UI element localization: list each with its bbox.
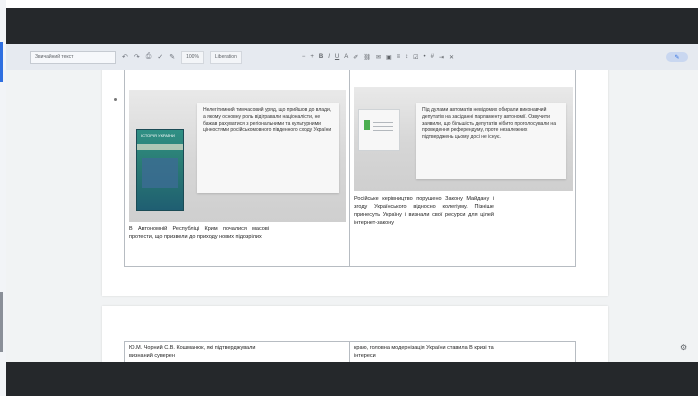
paint-format-icon[interactable]: ✎ [169, 53, 175, 61]
increase-size-icon[interactable]: + [310, 54, 314, 61]
book-title: ІСТОРІЯ УКРАЇНИ [141, 133, 175, 138]
undo-icon[interactable]: ↶ [122, 53, 128, 61]
spellcheck-icon[interactable]: ✓ [157, 53, 163, 61]
paragraph-style-select[interactable]: Звичайний текст [30, 50, 116, 64]
print-icon[interactable]: ⎙ [146, 53, 152, 61]
embedded-slide-image: ІСТОРІЯ УКРАЇНИ Нелегітимний тимчасовий … [129, 90, 346, 222]
line-spacing-icon[interactable]: ↕ [405, 54, 408, 61]
video-frame-bottom [6, 362, 698, 396]
embedded-slide-image: Під дулами автоматів невідомих обирали в… [354, 87, 573, 191]
document-page-2: Ю.М. Чорний С.В. Кошманюк, які підтвердж… [102, 306, 608, 362]
table-cell-right[interactable]: Під дулами автоматів невідомих обирали в… [349, 70, 576, 267]
indent-icon[interactable]: ⇥ [439, 54, 444, 61]
cell-body-text: Російське керівництво порушено Закону Ма… [354, 196, 494, 226]
clear-format-icon[interactable]: ✕ [449, 54, 454, 61]
font-select[interactable]: Liberation [209, 50, 242, 64]
text-color-icon[interactable]: A [344, 54, 348, 61]
highlight-icon[interactable]: ✐ [353, 54, 358, 61]
editor-toolbar: Звичайний текст ↶ ↷ ⎙ ✓ ✎ 100% Liberatio… [6, 44, 698, 71]
video-frame-top [6, 8, 698, 44]
table-cell-left[interactable]: Ю.М. Чорний С.В. Кошманюк, які підтвердж… [124, 341, 352, 362]
slide-callout-text: Під дулами автоматів невідомих обирали в… [416, 103, 566, 179]
left-accent-marker [0, 42, 3, 82]
underline-icon[interactable]: U [335, 54, 339, 61]
document-thumbnail-image [358, 109, 400, 151]
document-canvas[interactable]: ІСТОРІЯ УКРАЇНИ Нелегітимний тимчасовий … [6, 70, 698, 362]
redo-icon[interactable]: ↷ [134, 53, 140, 61]
comment-icon[interactable]: ✉ [376, 54, 381, 61]
align-icon[interactable]: ≡ [397, 54, 401, 61]
image-icon[interactable]: ▣ [386, 54, 392, 61]
document-page: ІСТОРІЯ УКРАЇНИ Нелегітимний тимчасовий … [102, 70, 608, 296]
zoom-select[interactable]: 100% [181, 50, 204, 64]
table-cell-left[interactable]: ІСТОРІЯ УКРАЇНИ Нелегітимний тимчасовий … [124, 70, 372, 267]
settings-icon[interactable]: ⚙ [680, 344, 688, 352]
margin-dot [114, 98, 117, 101]
italic-icon[interactable]: I [328, 54, 330, 61]
cell-body-text: Ю.М. Чорний С.В. Кошманюк, які підтвердж… [129, 345, 256, 359]
editing-mode-button[interactable]: ✎ [666, 52, 688, 62]
bold-icon[interactable]: B [319, 54, 323, 61]
numbered-list-icon[interactable]: # [431, 54, 434, 61]
cell-body-text: краю, головна модернізація України стави… [354, 345, 494, 359]
slide-callout-text: Нелегітимний тимчасовий уряд, що прийшов… [197, 103, 339, 193]
textbook-cover-image: ІСТОРІЯ УКРАЇНИ [136, 129, 184, 211]
link-icon[interactable]: ⛓ [363, 54, 371, 61]
decrease-size-icon[interactable]: − [302, 54, 306, 61]
format-toolbar-group: − + B I U A ✐ ⛓ ✉ ▣ ≡ ↕ ☑ • # ⇥ ✕ [302, 54, 454, 61]
checklist-icon[interactable]: ☑ [413, 54, 418, 61]
left-scroll-mark [0, 292, 3, 352]
table-cell-right[interactable]: краю, головна модернізація України стави… [349, 341, 576, 362]
bulleted-list-icon[interactable]: • [424, 54, 426, 61]
cell-body-text: В Автономній Республіці Крим почалися ма… [129, 226, 269, 240]
